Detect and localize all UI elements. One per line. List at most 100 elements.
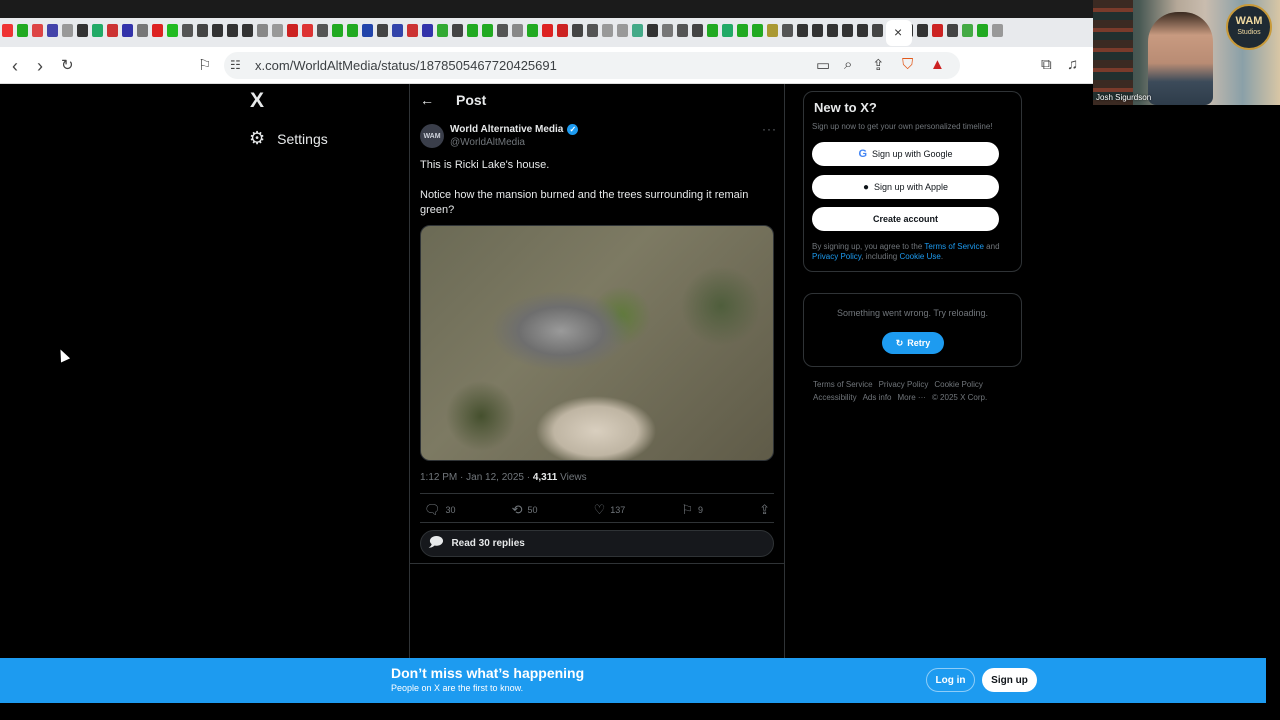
scrollbar[interactable] [1266,84,1280,720]
tab-favicon-icon[interactable] [782,24,793,37]
sidebar-item-settings[interactable]: ⚙ Settings [249,128,328,149]
tab-favicon-icon[interactable] [497,24,508,37]
tab-favicon-icon[interactable] [572,24,583,37]
author-name-text[interactable]: World Alternative Media [450,124,563,135]
tab-favicon-icon[interactable] [647,24,658,37]
tab-favicon-icon[interactable] [167,24,178,37]
extensions-icon[interactable]: ⧉ [1041,56,1052,73]
footer-link[interactable]: © 2025 X Corp. [932,393,987,402]
apple-signup-button[interactable]: ● Sign up with Apple [812,175,999,199]
privacy-link[interactable]: Privacy Policy [812,252,861,261]
author-handle[interactable]: @WorldAltMedia [450,137,525,148]
tab-favicon-icon[interactable] [92,24,103,37]
tab-favicon-icon[interactable] [872,24,883,37]
tab-favicon-icon[interactable] [362,24,373,37]
author-name[interactable]: World Alternative Media ✓ [450,124,579,135]
signup-button[interactable]: Sign up [982,668,1037,692]
tab-favicon-icon[interactable] [182,24,193,37]
timestamp[interactable]: 1:12 PM · Jan 12, 2025 · [420,472,533,483]
tweet-media-image[interactable] [420,225,774,461]
tab-favicon-icon[interactable] [722,24,733,37]
tab-favicon-icon[interactable] [512,24,523,37]
tab-favicon-icon[interactable] [767,24,778,37]
tab-favicon-icon[interactable] [242,24,253,37]
site-settings-icon[interactable]: ☷ [230,58,241,72]
tab-favicon-icon[interactable] [527,24,538,37]
tab-favicon-icon[interactable] [272,24,283,37]
footer-link[interactable]: Privacy Policy [879,380,929,389]
tab-favicon-icon[interactable] [707,24,718,37]
tab-favicon-icon[interactable] [797,24,808,37]
tab-favicon-icon[interactable] [392,24,403,37]
tab-favicon-icon[interactable] [377,24,388,37]
tab-favicon-icon[interactable] [842,24,853,37]
create-account-button[interactable]: Create account [812,207,999,231]
tab-favicon-icon[interactable] [677,24,688,37]
tab-favicon-icon[interactable] [332,24,343,37]
retry-button[interactable]: ↻ Retry [882,332,944,354]
bookmark-icon[interactable]: ⚐ [198,56,211,74]
tab-favicon-icon[interactable] [692,24,703,37]
tab-favicon-icon[interactable] [962,24,973,37]
tab-favicon-icon[interactable] [752,24,763,37]
rewards-icon[interactable]: ▲ [930,56,945,73]
more-options-icon[interactable]: ··· [762,122,777,136]
back-arrow-icon[interactable]: ← [420,92,434,108]
tab-favicon-icon[interactable] [287,24,298,37]
url-text[interactable]: x.com/WorldAltMedia/status/1878505467720… [255,58,557,73]
tab-favicon-icon[interactable] [17,24,28,37]
tab-favicon-icon[interactable] [437,24,448,37]
tab-favicon-icon[interactable] [2,24,13,37]
terms-link[interactable]: Terms of Service [924,242,984,251]
tab-favicon-icon[interactable] [992,24,1003,37]
tab-favicon-icon[interactable] [932,24,943,37]
tab-favicon-icon[interactable] [602,24,613,37]
tab-favicon-icon[interactable] [662,24,673,37]
bookmark-button[interactable]: ⚐ 9 [681,502,703,518]
tab-favicon-icon[interactable] [47,24,58,37]
avatar[interactable]: WAM [420,124,444,148]
tab-favicon-icon[interactable] [587,24,598,37]
tab-close-icon[interactable]: × [894,24,902,40]
repost-button[interactable]: ⟲ 50 [512,502,538,518]
tab-favicon-icon[interactable] [32,24,43,37]
tab-favicon-icon[interactable] [632,24,643,37]
tab-favicon-icon[interactable] [467,24,478,37]
zoom-icon[interactable]: ⌕ [844,56,852,73]
footer-link[interactable]: Ads info [863,393,892,402]
tab-favicon-icon[interactable] [557,24,568,37]
tab-favicon-icon[interactable] [347,24,358,37]
tab-favicon-icon[interactable] [107,24,118,37]
tab-strip[interactable] [2,24,1092,42]
google-signup-button[interactable]: G Sign up with Google [812,142,999,166]
tab-favicon-icon[interactable] [77,24,88,37]
tab-favicon-icon[interactable] [422,24,433,37]
login-button[interactable]: Log in [926,668,975,692]
brave-shield-icon[interactable]: ⛉ [902,56,913,73]
tab-favicon-icon[interactable] [617,24,628,37]
tab-favicon-icon[interactable] [137,24,148,37]
tab-favicon-icon[interactable] [482,24,493,37]
tab-favicon-icon[interactable] [452,24,463,37]
reload-icon[interactable]: ↻ [61,56,74,76]
tab-favicon-icon[interactable] [302,24,313,37]
tab-favicon-icon[interactable] [227,24,238,37]
tab-favicon-icon[interactable] [407,24,418,37]
tab-favicon-icon[interactable] [857,24,868,37]
tab-favicon-icon[interactable] [212,24,223,37]
footer-link[interactable]: More ··· [897,393,925,402]
tab-favicon-icon[interactable] [737,24,748,37]
tab-favicon-icon[interactable] [947,24,958,37]
cookie-link[interactable]: Cookie Use [899,252,940,261]
tab-favicon-icon[interactable] [257,24,268,37]
footer-link[interactable]: Accessibility [813,393,857,402]
x-logo-icon[interactable]: X [250,89,264,113]
cast-icon[interactable]: ▭ [816,56,830,74]
tab-favicon-icon[interactable] [317,24,328,37]
footer-link[interactable]: Cookie Policy [934,380,982,389]
tab-favicon-icon[interactable] [62,24,73,37]
tab-favicon-icon[interactable] [152,24,163,37]
reply-button[interactable]: 🗨︎ 30 [420,502,456,518]
tab-favicon-icon[interactable] [827,24,838,37]
tab-favicon-icon[interactable] [917,24,928,37]
